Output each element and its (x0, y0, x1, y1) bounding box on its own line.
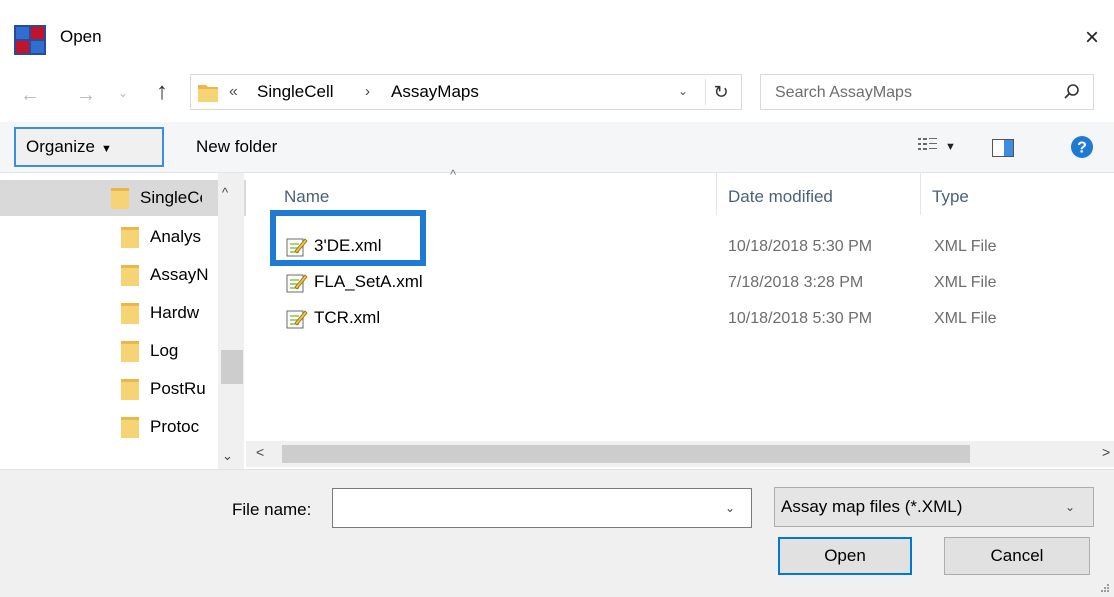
scroll-up-arrow[interactable]: ^ (222, 185, 228, 200)
folder-icon (197, 82, 219, 104)
new-folder-button[interactable]: New folder (196, 137, 277, 157)
folder-icon (120, 263, 140, 287)
xml-file-icon (286, 308, 308, 330)
open-button[interactable]: Open (778, 537, 912, 575)
search-box[interactable] (760, 74, 1094, 110)
address-dropdown-button[interactable]: ⌄ (678, 84, 688, 98)
view-options-icon[interactable] (918, 137, 938, 153)
chevron-down-icon: ⌄ (1065, 500, 1076, 514)
help-icon[interactable]: ? (1070, 135, 1094, 159)
nav-item-hardware[interactable]: Hardw (120, 295, 224, 331)
window-title: Open (60, 27, 102, 46)
nav-item-label: Protoc (150, 417, 200, 436)
nav-item-assaymaps[interactable]: AssayN (120, 257, 224, 293)
file-type: XML File (934, 274, 997, 291)
nav-item-analysis[interactable]: Analys (120, 219, 224, 255)
folder-icon (120, 301, 140, 325)
column-divider[interactable] (716, 173, 717, 215)
scroll-left-arrow[interactable]: < (256, 444, 264, 460)
file-type-value: Assay map files (*.XML) (781, 497, 963, 516)
breadcrumb-separator[interactable]: › (365, 83, 370, 100)
folder-icon (120, 339, 140, 363)
folder-icon (110, 186, 130, 210)
breadcrumb-singlecell[interactable]: SingleCell (257, 82, 334, 102)
file-date: 10/18/2018 5:30 PM (728, 238, 873, 255)
title-bar: Open × (0, 0, 1114, 76)
search-icon[interactable] (1063, 83, 1081, 101)
svg-text:?: ? (1077, 140, 1087, 157)
file-type-select[interactable]: Assay map files (*.XML) ⌄ (774, 487, 1094, 527)
file-date: 10/18/2018 5:30 PM (728, 310, 873, 327)
navigation-pane: SingleCe Analys AssayN Hardw Log PostRu … (0, 173, 246, 469)
file-name-label: File name: (232, 500, 312, 519)
app-icon (14, 25, 46, 55)
column-header-type[interactable]: Type (932, 187, 969, 207)
folder-icon (120, 415, 140, 439)
scroll-down-arrow[interactable]: ⌄ (222, 448, 233, 464)
breadcrumb-overflow[interactable]: « (229, 83, 238, 101)
organize-label: Organize (26, 137, 95, 156)
horizontal-scroll-thumb[interactable] (282, 445, 970, 463)
highlight-box (270, 210, 426, 266)
folder-icon (120, 225, 140, 249)
nav-item-label: Log (150, 341, 179, 360)
search-input[interactable] (773, 81, 1047, 105)
file-date: 7/18/2018 3:28 PM (728, 274, 864, 291)
dialog-footer: File name: ⌄ Assay map files (*.XML) ⌄ O… (0, 469, 1114, 597)
horizontal-scrollbar[interactable]: < > (246, 441, 1114, 467)
address-bar[interactable]: « SingleCell › AssayMaps ⌄ ↻ (190, 74, 742, 110)
file-row[interactable]: TCR.xml 10/18/2018 5:30 PM XML File (246, 301, 1114, 337)
file-name-combobox[interactable]: ⌄ (332, 488, 752, 528)
nav-item-log[interactable]: Log (120, 333, 224, 369)
folder-icon (120, 377, 140, 401)
file-name: FLA_SetA.xml (314, 272, 423, 291)
scroll-right-arrow[interactable]: > (1102, 444, 1110, 460)
view-options-dropdown[interactable]: ▼ (945, 141, 956, 153)
column-divider[interactable] (920, 173, 921, 215)
column-header-date-modified[interactable]: Date modified (728, 187, 833, 207)
cancel-button[interactable]: Cancel (944, 537, 1090, 575)
back-button[interactable]: ← (20, 84, 40, 107)
organize-button[interactable]: Organize ▼ (14, 127, 164, 167)
nav-item-protocols[interactable]: Protoc (120, 409, 224, 445)
column-header-name[interactable]: Name (284, 187, 329, 207)
file-row[interactable]: FLA_SetA.xml 7/18/2018 3:28 PM XML File (246, 265, 1114, 301)
resize-grip-icon[interactable] (1100, 583, 1110, 593)
close-button[interactable]: × (1070, 16, 1114, 60)
file-name-input[interactable] (339, 497, 713, 521)
preview-pane-icon[interactable] (992, 139, 1014, 157)
forward-button[interactable]: → (76, 84, 96, 107)
xml-file-icon (286, 272, 308, 294)
chevron-down-icon[interactable]: ⌄ (725, 501, 735, 515)
command-toolbar: Organize ▼ New folder ▼ ? (0, 122, 1114, 173)
breadcrumb-assaymaps[interactable]: AssayMaps (391, 82, 479, 102)
recent-locations-button[interactable]: ⌄ (118, 86, 128, 100)
nav-item-singlecell[interactable]: SingleCe (0, 180, 246, 216)
nav-item-postrun[interactable]: PostRu (120, 371, 224, 407)
arrow-up-icon: ↑ (156, 78, 168, 105)
nav-item-label: PostRu (150, 379, 206, 398)
refresh-button[interactable]: ↻ (705, 79, 736, 105)
file-type: XML File (934, 238, 997, 255)
nav-item-label: AssayN (150, 265, 209, 284)
nav-item-label: SingleCe (140, 188, 202, 207)
nav-scroll-thumb[interactable] (221, 350, 243, 384)
nav-item-label: Hardw (150, 303, 200, 322)
up-button[interactable]: ↑ (156, 78, 168, 106)
file-name: TCR.xml (314, 308, 381, 327)
caret-down-icon: ▼ (100, 143, 112, 155)
nav-item-label: Analys (150, 227, 202, 246)
sort-ascending-icon: ^ (450, 167, 457, 182)
nav-scrollbar[interactable] (218, 173, 244, 469)
file-type: XML File (934, 310, 997, 327)
